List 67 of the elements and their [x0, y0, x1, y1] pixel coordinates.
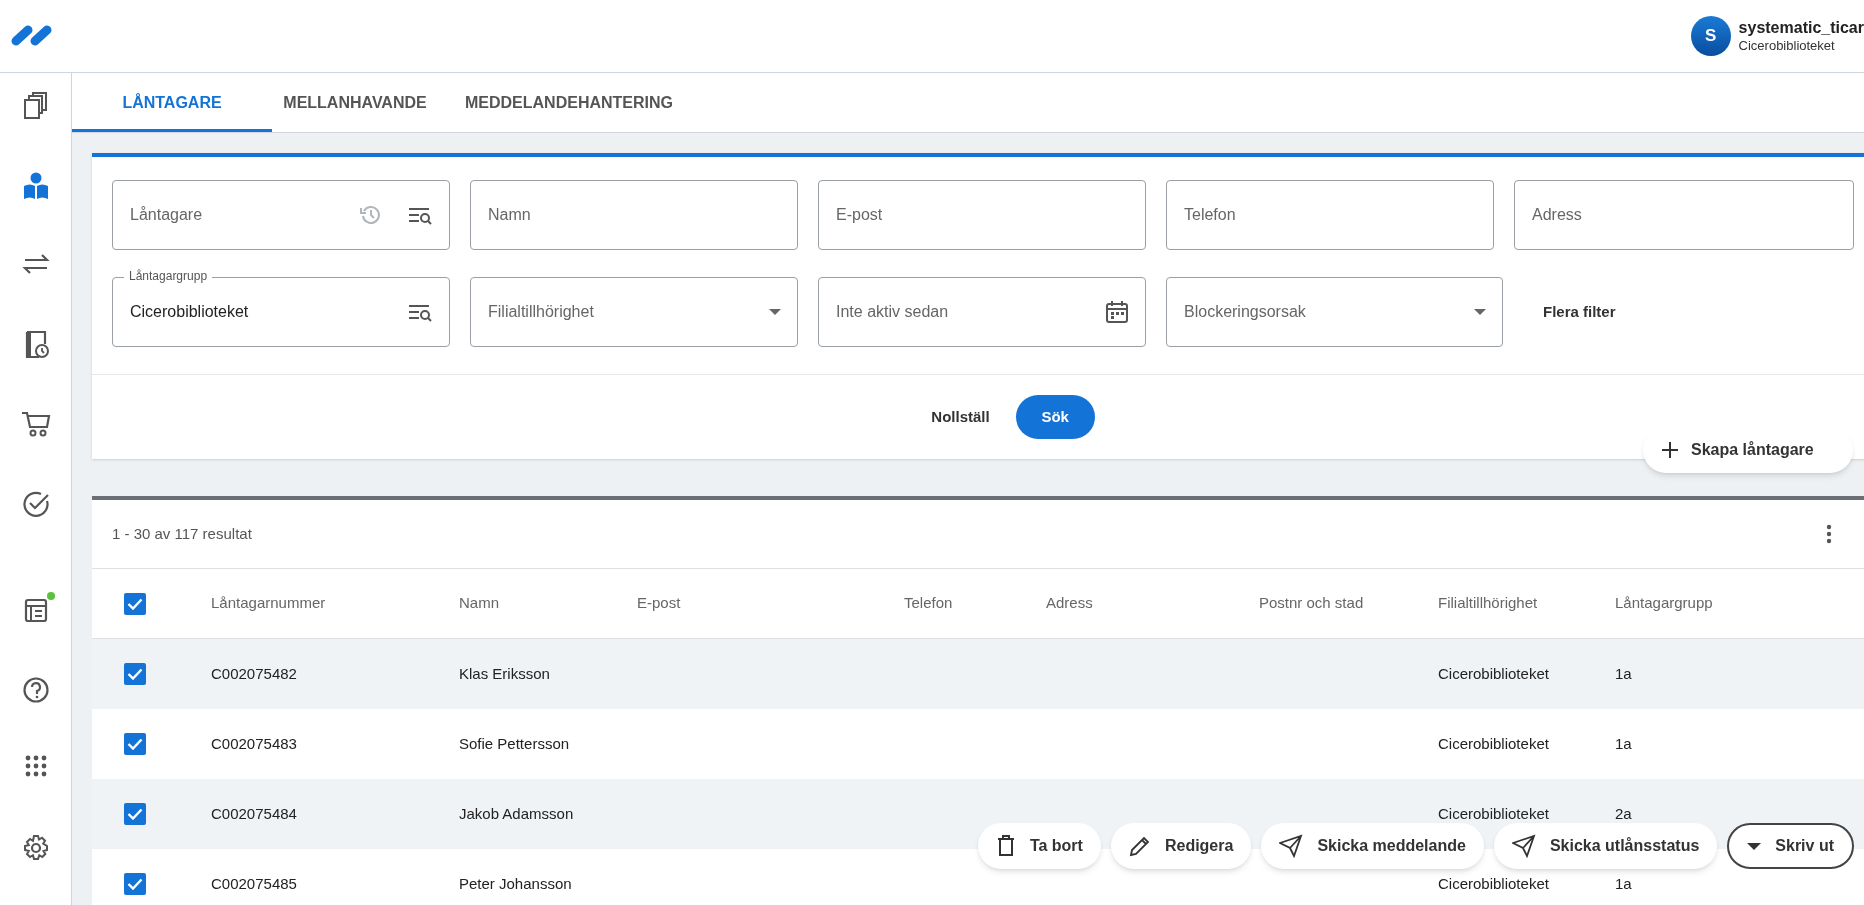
- action-button[interactable]: Ta bort: [977, 823, 1101, 869]
- table-cell: Klas Eriksson: [459, 665, 550, 682]
- column-header[interactable]: Filialtillhörighet: [1438, 592, 1615, 615]
- input-field[interactable]: Adress: [1514, 180, 1854, 250]
- logo-icon: [10, 25, 54, 47]
- table-cell: C002075485: [211, 875, 297, 892]
- more-filters-button[interactable]: Flera filter: [1543, 300, 1616, 324]
- calendar-icon[interactable]: [1105, 300, 1129, 324]
- search-button[interactable]: Sök: [1015, 395, 1095, 439]
- table-cell: Peter Johansson: [459, 875, 572, 892]
- checkbox[interactable]: [124, 733, 146, 755]
- action-button[interactable]: Redigera: [1110, 823, 1252, 869]
- tab[interactable]: LÅNTAGARE: [72, 73, 272, 132]
- more-options-icon[interactable]: [1826, 524, 1832, 544]
- column-header[interactable]: Adress: [1046, 592, 1259, 615]
- field-label: Låntagargrupp: [124, 270, 213, 282]
- column-header[interactable]: E-post: [637, 592, 904, 615]
- column-header[interactable]: Postnr och stad: [1259, 592, 1438, 615]
- action-button[interactable]: Skicka utlånsstatus: [1493, 823, 1718, 869]
- dropdown-field[interactable]: Blockeringsorsak: [1166, 277, 1503, 347]
- avatar[interactable]: S: [1690, 16, 1731, 56]
- paper-plane-icon: [1511, 834, 1536, 858]
- trash-icon: [995, 835, 1016, 857]
- table-cell: 1a: [1615, 735, 1632, 752]
- tab[interactable]: MEDDELANDEHANTERING: [438, 73, 700, 132]
- checkbox[interactable]: [124, 803, 146, 825]
- table-cell: C002075483: [211, 735, 297, 752]
- user-library: Cicerobiblioteket: [1738, 37, 1836, 55]
- plus-icon: [1661, 441, 1679, 459]
- help-icon[interactable]: [20, 675, 51, 705]
- paper-plane-icon: [1279, 834, 1304, 858]
- tab[interactable]: MELLANHAVANDE: [272, 73, 438, 132]
- input-field[interactable]: E-post: [818, 180, 1146, 250]
- checkbox[interactable]: [124, 873, 146, 895]
- input-field[interactable]: Telefon: [1166, 180, 1494, 250]
- shopping-cart-icon[interactable]: [20, 409, 51, 439]
- dropdown-field[interactable]: Filialtillhörighet: [470, 277, 798, 347]
- pencil-icon: [1128, 835, 1151, 857]
- checkbox[interactable]: [124, 663, 146, 685]
- table-cell: Cicerobiblioteket: [1438, 735, 1549, 752]
- create-borrower-button[interactable]: Skapa låntagare: [1643, 427, 1853, 473]
- table-cell: C002075484: [211, 805, 297, 822]
- column-header[interactable]: Låntagarnummer: [211, 592, 459, 615]
- action-button[interactable]: Skriv ut: [1727, 823, 1854, 869]
- results-summary: 1 - 30 av 117 resultat: [112, 523, 252, 544]
- reset-button[interactable]: Nollställ: [931, 405, 990, 429]
- table-cell: Cicerobiblioteket: [1438, 875, 1549, 892]
- input-field[interactable]: Låntagare: [112, 180, 450, 250]
- table-cell: C002075482: [211, 665, 297, 682]
- input-field[interactable]: Inte aktiv sedan: [818, 277, 1146, 347]
- table-cell: 2a: [1615, 805, 1632, 822]
- checkbox[interactable]: [124, 592, 146, 615]
- check-circle-icon[interactable]: [20, 489, 51, 519]
- dropdown-caret-icon: [769, 309, 781, 315]
- column-header[interactable]: Namn: [459, 592, 637, 615]
- table-cell: Sofie Pettersson: [459, 735, 570, 752]
- table-cell: Cicerobiblioteket: [1438, 805, 1549, 822]
- table-cell: 1a: [1615, 665, 1632, 682]
- table-cell: Cicerobiblioteket: [1438, 665, 1549, 682]
- user-name: systematic_ticar: [1738, 17, 1864, 38]
- action-button[interactable]: Skicka meddelande: [1261, 823, 1484, 869]
- table-cell: 1a: [1615, 875, 1632, 892]
- table-cell: Jakob Adamsson: [459, 805, 574, 822]
- input-field[interactable]: Namn: [470, 180, 798, 250]
- dropdown-caret-icon: [1474, 309, 1486, 315]
- column-header[interactable]: Telefon: [904, 592, 1046, 615]
- column-header[interactable]: Låntagargrupp: [1615, 592, 1815, 615]
